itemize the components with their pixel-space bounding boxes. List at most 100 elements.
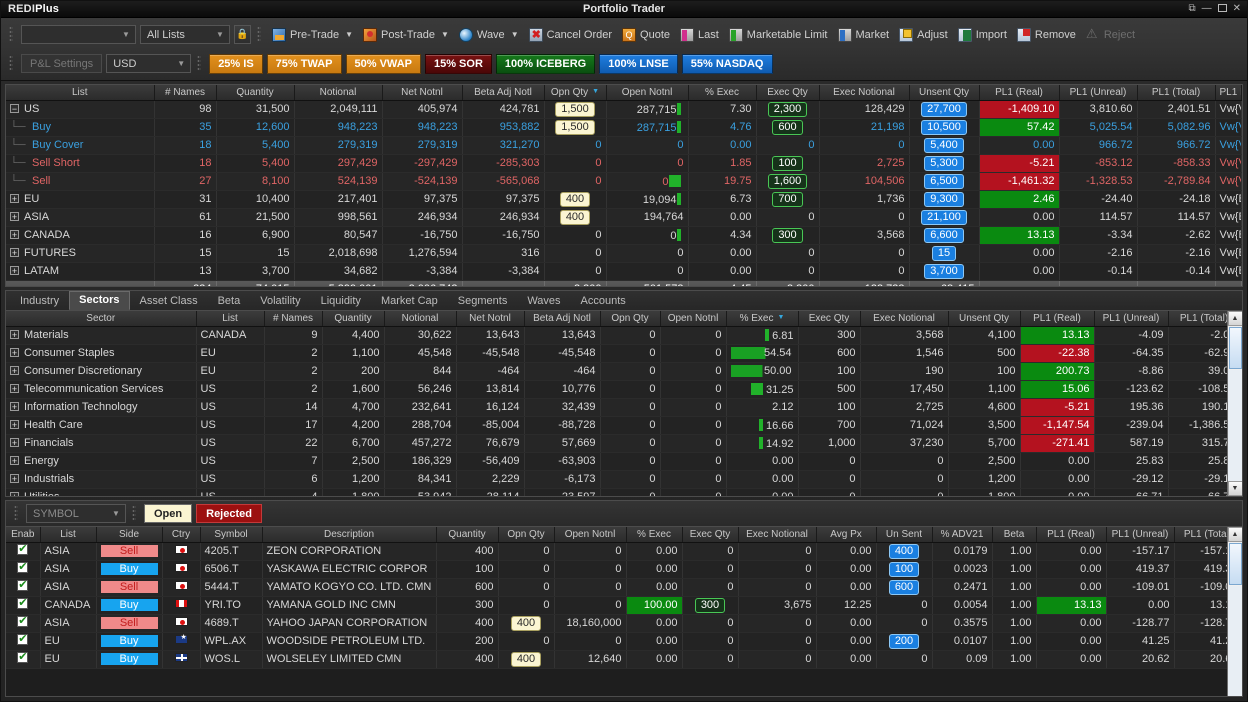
table-row[interactable]: EUBuyWPL.AXWOODSIDE PETROLEUM LTD.200000… (6, 632, 1242, 650)
open-filter-button[interactable]: Open (144, 504, 192, 523)
column-header[interactable]: Exec Notional (860, 311, 948, 326)
table-row[interactable]: └─Buy3512,600948,223948,223953,8821,5002… (6, 118, 1242, 136)
table-row[interactable]: EUBuyWOS.LWOLSELEY LIMITED CMN40040012,6… (6, 650, 1242, 668)
tab-waves[interactable]: Waves (517, 292, 570, 310)
expander-icon[interactable]: + (10, 212, 19, 221)
tab-volatility[interactable]: Volatility (250, 292, 310, 310)
column-header[interactable]: Exec Qty (756, 85, 819, 100)
algo-button[interactable]: 55% NASDAQ (682, 54, 773, 74)
column-header[interactable]: Opn Qty (498, 527, 554, 542)
scroll-thumb[interactable] (1229, 327, 1242, 369)
expander-icon[interactable]: + (10, 348, 19, 357)
toolbar-quote-button[interactable]: QQuote (619, 24, 677, 46)
toolbar-pre-trade-button[interactable]: Pre-Trade▼ (269, 24, 360, 46)
column-header[interactable]: Notional (384, 311, 456, 326)
column-header[interactable]: PL1 (Real) (1036, 527, 1106, 542)
column-header[interactable]: Enab (6, 527, 40, 542)
toolbar-import-button[interactable]: Import (955, 24, 1014, 46)
tab-liquidity[interactable]: Liquidity (311, 292, 371, 310)
sector-vertical-scrollbar[interactable]: ▲ ▼ (1227, 311, 1242, 496)
expander-icon[interactable]: + (10, 230, 19, 239)
algo-button[interactable]: 50% VWAP (346, 54, 421, 74)
enable-checkbox[interactable] (17, 634, 28, 645)
column-header[interactable]: PL1 (Total) (1137, 85, 1215, 100)
table-row[interactable]: +FUTURES15152,018,6981,276,594316000.000… (6, 244, 1242, 262)
column-header[interactable]: Symbol (200, 527, 262, 542)
algo-button[interactable]: 15% SOR (425, 54, 492, 74)
table-row[interactable]: +Consumer StaplesEU21,10045,548-45,548-4… (6, 344, 1240, 362)
orders-grip-2[interactable] (132, 505, 136, 522)
column-header[interactable]: Sector (6, 311, 196, 326)
algo-button[interactable]: 25% IS (209, 54, 262, 74)
chevron-down-icon[interactable]: ▼ (511, 30, 519, 39)
scroll-down-icon[interactable]: ▼ (1228, 481, 1243, 496)
expander-icon[interactable]: + (10, 456, 19, 465)
column-header[interactable]: Description (262, 527, 436, 542)
table-row[interactable]: +LATAM133,70034,682-3,384-3,384000.00003… (6, 262, 1242, 280)
table-row[interactable]: ASIASell4205.TZEON CORPORATION400000.000… (6, 542, 1242, 560)
column-header[interactable]: # Names (154, 85, 216, 100)
table-row[interactable]: CANADABuyYRI.TOYAMANA GOLD INC CMN300001… (6, 596, 1242, 614)
expander-icon[interactable]: + (10, 330, 19, 339)
column-header[interactable]: Ctry (162, 527, 200, 542)
expander-icon[interactable]: + (10, 420, 19, 429)
lock-icon[interactable]: 🔒 (234, 25, 251, 44)
column-header[interactable]: List (196, 311, 264, 326)
column-header[interactable]: Notional (294, 85, 382, 100)
algo-button[interactable]: 75% TWAP (267, 54, 342, 74)
table-row[interactable]: ASIABuy6506.TYASKAWA ELECTRIC CORPOR1000… (6, 560, 1242, 578)
column-header[interactable]: Net Notnl (456, 311, 524, 326)
toolbar-adjust-button[interactable]: Adjust (896, 24, 955, 46)
column-header[interactable]: Exec Qty (682, 527, 738, 542)
toolbar-post-trade-button[interactable]: Post-Trade▼ (360, 24, 456, 46)
tab-sectors[interactable]: Sectors (69, 291, 129, 310)
table-row[interactable]: ASIASell4689.TYAHOO JAPAN CORPORATION400… (6, 614, 1242, 632)
algo-button[interactable]: 100% LNSE (599, 54, 678, 74)
scroll-track[interactable] (1228, 586, 1243, 696)
chevron-down-icon[interactable]: ▼ (345, 30, 353, 39)
currency-select[interactable]: USD ▼ (106, 54, 191, 73)
tab-segments[interactable]: Segments (448, 292, 518, 310)
column-header[interactable]: PL1 (Unreal) (1106, 527, 1174, 542)
expander-icon[interactable]: − (10, 104, 19, 113)
expander-icon[interactable]: + (10, 438, 19, 447)
tab-accounts[interactable]: Accounts (571, 292, 636, 310)
column-header[interactable]: Net Notnl (382, 85, 462, 100)
enable-checkbox[interactable] (17, 544, 28, 555)
expander-icon[interactable]: + (10, 366, 19, 375)
minimize-icon[interactable]: — (1202, 4, 1212, 14)
scroll-up-icon[interactable]: ▲ (1228, 527, 1243, 542)
toolbar-wave-button[interactable]: Wave▼ (456, 24, 526, 46)
expander-icon[interactable]: + (10, 248, 19, 257)
table-row[interactable]: +FinancialsUS226,700457,27276,67957,6690… (6, 434, 1240, 452)
column-header[interactable]: % Exec (626, 527, 682, 542)
toolbar-remove-button[interactable]: Remove (1014, 24, 1083, 46)
column-header[interactable]: Exec Notional (819, 85, 909, 100)
column-header[interactable]: List (6, 85, 154, 100)
column-header[interactable]: % Exec (688, 85, 756, 100)
rejected-filter-button[interactable]: Rejected (196, 504, 262, 523)
column-header[interactable]: Open Notnl (554, 527, 626, 542)
expander-icon[interactable]: + (10, 402, 19, 411)
column-header[interactable]: Un Sent (876, 527, 932, 542)
chevron-down-icon[interactable]: ▼ (441, 30, 449, 39)
expander-icon[interactable]: + (10, 266, 19, 275)
table-row[interactable]: ASIASell5444.TYAMATO KOGYO CO. LTD. CMN6… (6, 578, 1242, 596)
table-row[interactable]: └─Sell278,100524,139-524,139-565,0680019… (6, 172, 1242, 190)
tab-asset-class[interactable]: Asset Class (130, 292, 208, 310)
toolbar-grip-2[interactable] (257, 26, 261, 43)
expander-icon[interactable]: + (10, 194, 19, 203)
table-row[interactable]: +UtilitiesUS41,80053,94228,11423,597000.… (6, 488, 1240, 496)
column-header[interactable]: Open Notnl (660, 311, 726, 326)
expander-icon[interactable]: + (10, 474, 19, 483)
order-vertical-scrollbar[interactable]: ▲ (1227, 527, 1242, 696)
enable-checkbox[interactable] (17, 598, 28, 609)
scroll-thumb[interactable] (1229, 543, 1242, 585)
column-header[interactable]: Beta (992, 527, 1036, 542)
pnl-settings-button[interactable]: P&L Settings (21, 54, 102, 73)
table-row[interactable]: └─Buy Cover185,400279,319279,319321,2700… (6, 136, 1242, 154)
enable-checkbox[interactable] (17, 616, 28, 627)
toolbar-grip-3[interactable] (9, 55, 13, 72)
column-header[interactable]: Unsent Qty (948, 311, 1020, 326)
tab-industry[interactable]: Industry (10, 292, 69, 310)
